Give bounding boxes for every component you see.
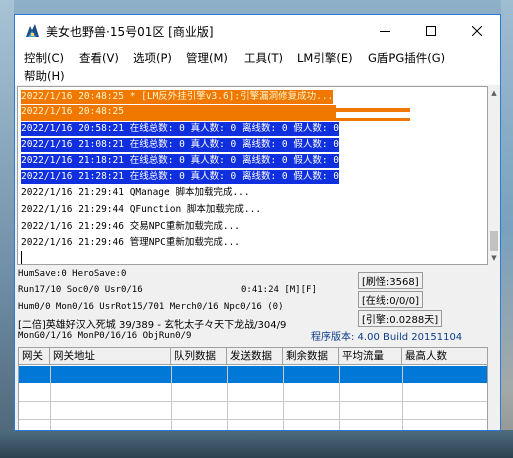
scroll-down-icon[interactable]: ▼ <box>490 253 498 263</box>
status-run: Run17/10 Soc0/0 Usr0/16 <box>18 285 143 295</box>
grid-column-line <box>283 366 284 430</box>
log-line: 2022/1/16 21:29:46 管理NPC重新加载完成... <box>21 237 241 248</box>
grid-column-line <box>227 366 228 430</box>
log-divider-bar <box>158 108 410 112</box>
close-button[interactable] <box>454 15 500 47</box>
desktop-background-bottom <box>0 430 513 458</box>
menu-control[interactable]: 控制(C) <box>21 49 67 67</box>
grid-column-line <box>171 366 172 430</box>
log-line: 2022/1/16 21:29:44 QFunction 脚本加载完成... <box>21 204 262 215</box>
log-scrollbar-thumb[interactable] <box>490 231 498 251</box>
log-line: 2022/1/16 21:29:46 交易NPC重新加载完成... <box>21 221 241 232</box>
log-line: 2022/1/16 20:48:25 * [LM反外挂引擎v3.6]:引擎漏洞修… <box>21 90 334 104</box>
maximize-button[interactable] <box>408 15 454 47</box>
status-hum: Hum0/0 Mon0/16 UsrRot15/701 Merch0/16 Np… <box>18 302 284 312</box>
log-area[interactable]: 2022/1/16 20:48:25 * [LM反外挂引擎v3.6]:引擎漏洞修… <box>17 86 488 265</box>
status-guild: [二倍]英雄好汉入死城 39/389 - 玄牝太子々天下龙战/304/9 <box>18 320 287 331</box>
menu-help[interactable]: 帮助(H) <box>21 67 68 85</box>
log-line: 2022/1/16 21:28:21 在线总数: 0 真人数: 0 离线数: 0… <box>21 170 339 184</box>
scroll-up-icon[interactable]: ▲ <box>490 88 498 98</box>
engine-uptime-badge: [引擎:0.0288天] <box>358 310 443 327</box>
menu-options[interactable]: 选项(P) <box>130 49 175 67</box>
close-icon <box>472 26 482 36</box>
monster-refresh-badge: [刷怪:3568] <box>358 272 423 289</box>
column-header[interactable]: 发送数据 <box>227 348 283 365</box>
text-caret <box>21 251 22 264</box>
online-count-badge: [在线:0/0/0] <box>358 291 423 308</box>
app-icon <box>26 24 39 37</box>
log-line: 2022/1/16 20:58:21 在线总数: 0 真人数: 0 离线数: 0… <box>21 122 339 136</box>
log-divider-bar <box>21 118 410 121</box>
log-scrollbar[interactable]: ▲ ▼ <box>488 86 500 265</box>
maximize-icon <box>426 26 436 36</box>
log-line: 2022/1/16 21:18:21 在线总数: 0 真人数: 0 离线数: 0… <box>21 154 339 168</box>
table-row-selected[interactable] <box>19 366 487 383</box>
status-clock: 0:41:24 [M][F] <box>241 285 317 295</box>
log-line: 2022/1/16 21:08:21 在线总数: 0 真人数: 0 离线数: 0… <box>21 138 339 152</box>
grid-row-line <box>19 401 487 402</box>
status-mon: MonG0/1/16 MonP0/16/16 ObjRun0/9 <box>18 331 192 341</box>
column-header[interactable]: 最高人数 <box>402 348 487 365</box>
window-title: 美女也野兽·15号01区 [商业版] <box>46 25 214 39</box>
column-header[interactable]: 网关地址 <box>50 348 171 365</box>
gateway-table[interactable]: 网关 网关地址 队列数据 发送数据 剩余数据 平均流量 最高人数 <box>18 347 488 430</box>
desktop-background-right <box>501 0 513 458</box>
menu-view[interactable]: 查看(V) <box>76 49 122 67</box>
table-scrollbar[interactable] <box>488 347 500 430</box>
gateway-table-header: 网关 网关地址 队列数据 发送数据 剩余数据 平均流量 最高人数 <box>19 348 487 365</box>
column-header[interactable]: 队列数据 <box>171 348 227 365</box>
desktop-background-left <box>0 0 14 458</box>
grid-row-line <box>19 419 487 420</box>
column-header[interactable]: 剩余数据 <box>283 348 339 365</box>
minimize-button[interactable] <box>362 15 408 47</box>
minimize-icon <box>380 31 390 32</box>
grid-column-line <box>402 366 403 430</box>
grid-column-line <box>50 366 51 430</box>
menu-gdun-plugin[interactable]: G盾PG插件(G) <box>365 49 448 67</box>
status-panel: HumSave:0 HeroSave:0 Run17/10 Soc0/0 Usr… <box>15 267 500 345</box>
title-bar[interactable]: 美女也野兽·15号01区 [商业版] <box>15 15 500 47</box>
version-label: 程序版本: 4.00 Build 20151104 <box>311 332 463 343</box>
column-header[interactable]: 平均流量 <box>339 348 402 365</box>
menu-bar: 控制(C) 查看(V) 选项(P) 管理(M) 工具(T) LM引擎(E) G盾… <box>15 47 500 85</box>
menu-tools[interactable]: 工具(T) <box>241 49 286 67</box>
column-header[interactable]: 网关 <box>19 348 50 365</box>
server-window: 美女也野兽·15号01区 [商业版] 控制(C) 查看(V) 选项(P) 管理(… <box>14 14 501 431</box>
log-line: 2022/1/16 21:29:41 QManage 脚本加载完成... <box>21 187 250 198</box>
menu-lm-engine[interactable]: LM引擎(E) <box>294 49 356 67</box>
menu-manage[interactable]: 管理(M) <box>183 49 231 67</box>
status-hum-save: HumSave:0 HeroSave:0 <box>18 269 127 279</box>
grid-column-line <box>339 366 340 430</box>
